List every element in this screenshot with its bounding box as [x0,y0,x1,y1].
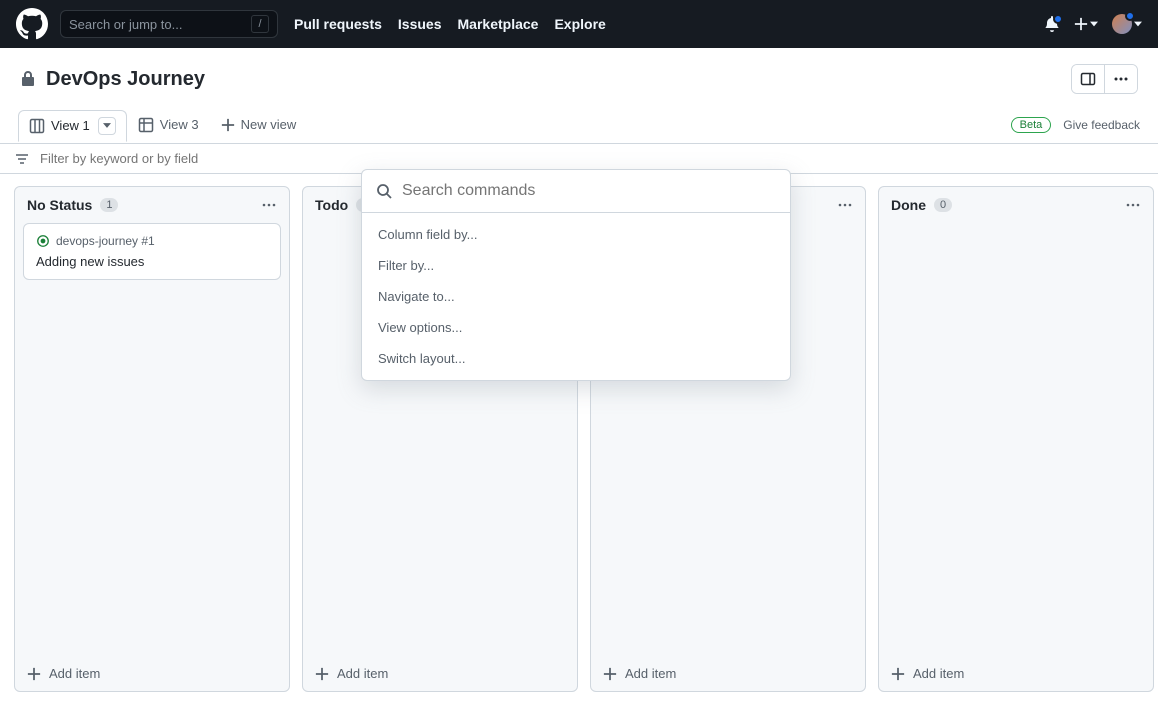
project-more-button[interactable] [1104,65,1137,93]
nav-marketplace[interactable]: Marketplace [458,16,539,32]
plus-icon [891,667,905,681]
caret-down-icon [1090,20,1098,28]
project-actions [1071,64,1138,94]
add-item-button[interactable]: Add item [303,656,577,691]
kebab-icon [261,197,277,213]
command-item[interactable]: Switch layout... [362,343,790,374]
filter-input[interactable] [40,151,1144,166]
github-logo-icon[interactable] [16,8,48,40]
column-no-status: No Status 1 devops-journey #1 Adding new… [14,186,290,692]
tab-view-1[interactable]: View 1 [18,110,127,142]
search-placeholder: Search or jump to... [69,17,182,32]
plus-icon [221,118,235,132]
column-title: No Status [27,197,92,213]
project-title: DevOps Journey [46,68,205,91]
tab-dropdown[interactable] [98,117,116,135]
column-count: 1 [100,198,118,212]
add-item-label: Add item [337,666,388,681]
add-item-label: Add item [49,666,100,681]
nav-issues[interactable]: Issues [398,16,442,32]
plus-icon [27,667,41,681]
search-icon [376,183,392,199]
command-item[interactable]: View options... [362,312,790,343]
project-header: DevOps Journey [0,48,1158,106]
card[interactable]: devops-journey #1 Adding new issues [23,223,281,280]
card-title: Adding new issues [36,254,268,269]
global-search[interactable]: Search or jump to... / [60,10,278,38]
panel-icon [1080,71,1096,87]
column-count: 0 [934,198,952,212]
card-repo-ref: devops-journey #1 [56,234,155,248]
slash-key-icon: / [251,15,269,33]
add-item-label: Add item [913,666,964,681]
board-icon [29,118,45,134]
tab-label: New view [241,117,297,132]
plus-icon [1074,17,1088,31]
nav-pull-requests[interactable]: Pull requests [294,16,382,32]
column-menu-button[interactable] [261,197,277,213]
user-menu[interactable] [1112,14,1142,34]
view-tabs: View 1 View 3 New view Beta Give feedbac… [0,106,1158,144]
column-menu-button[interactable] [837,197,853,213]
panel-toggle-button[interactable] [1072,65,1104,93]
command-item[interactable]: Navigate to... [362,281,790,312]
kebab-icon [837,197,853,213]
column-title: Done [891,197,926,213]
add-item-button[interactable]: Add item [15,656,289,691]
command-item[interactable]: Filter by... [362,250,790,281]
command-palette: Column field by... Filter by... Navigate… [361,169,791,381]
filter-icon[interactable] [14,151,30,167]
add-item-button[interactable]: Add item [879,656,1153,691]
create-new-dropdown[interactable] [1074,17,1098,31]
feedback-link[interactable]: Give feedback [1063,118,1140,132]
nav-explore[interactable]: Explore [554,16,605,32]
command-search-input[interactable] [402,182,776,200]
kebab-icon [1113,71,1129,87]
avatar [1112,14,1132,34]
tab-label: View 1 [51,118,90,133]
column-done: Done 0 Add item [878,186,1154,692]
nav-links: Pull requests Issues Marketplace Explore [294,16,606,32]
status-dot-icon [1125,11,1135,21]
global-header: Search or jump to... / Pull requests Iss… [0,0,1158,48]
issue-open-icon [36,234,50,248]
add-item-button[interactable]: Add item [591,656,865,691]
header-right [1044,14,1142,34]
column-title: Todo [315,197,348,213]
tab-new-view[interactable]: New view [210,110,308,139]
column-menu-button[interactable] [1125,197,1141,213]
plus-icon [315,667,329,681]
caret-down-icon [1134,20,1142,28]
add-item-label: Add item [625,666,676,681]
beta-badge: Beta [1011,117,1052,133]
table-icon [138,117,154,133]
command-list: Column field by... Filter by... Navigate… [362,213,790,380]
tab-view-3[interactable]: View 3 [127,110,210,140]
command-item[interactable]: Column field by... [362,219,790,250]
plus-icon [603,667,617,681]
tab-label: View 3 [160,117,199,132]
lock-icon [20,71,36,87]
kebab-icon [1125,197,1141,213]
caret-down-icon [103,123,111,128]
notification-dot-icon [1053,14,1063,24]
notifications-button[interactable] [1044,16,1060,32]
